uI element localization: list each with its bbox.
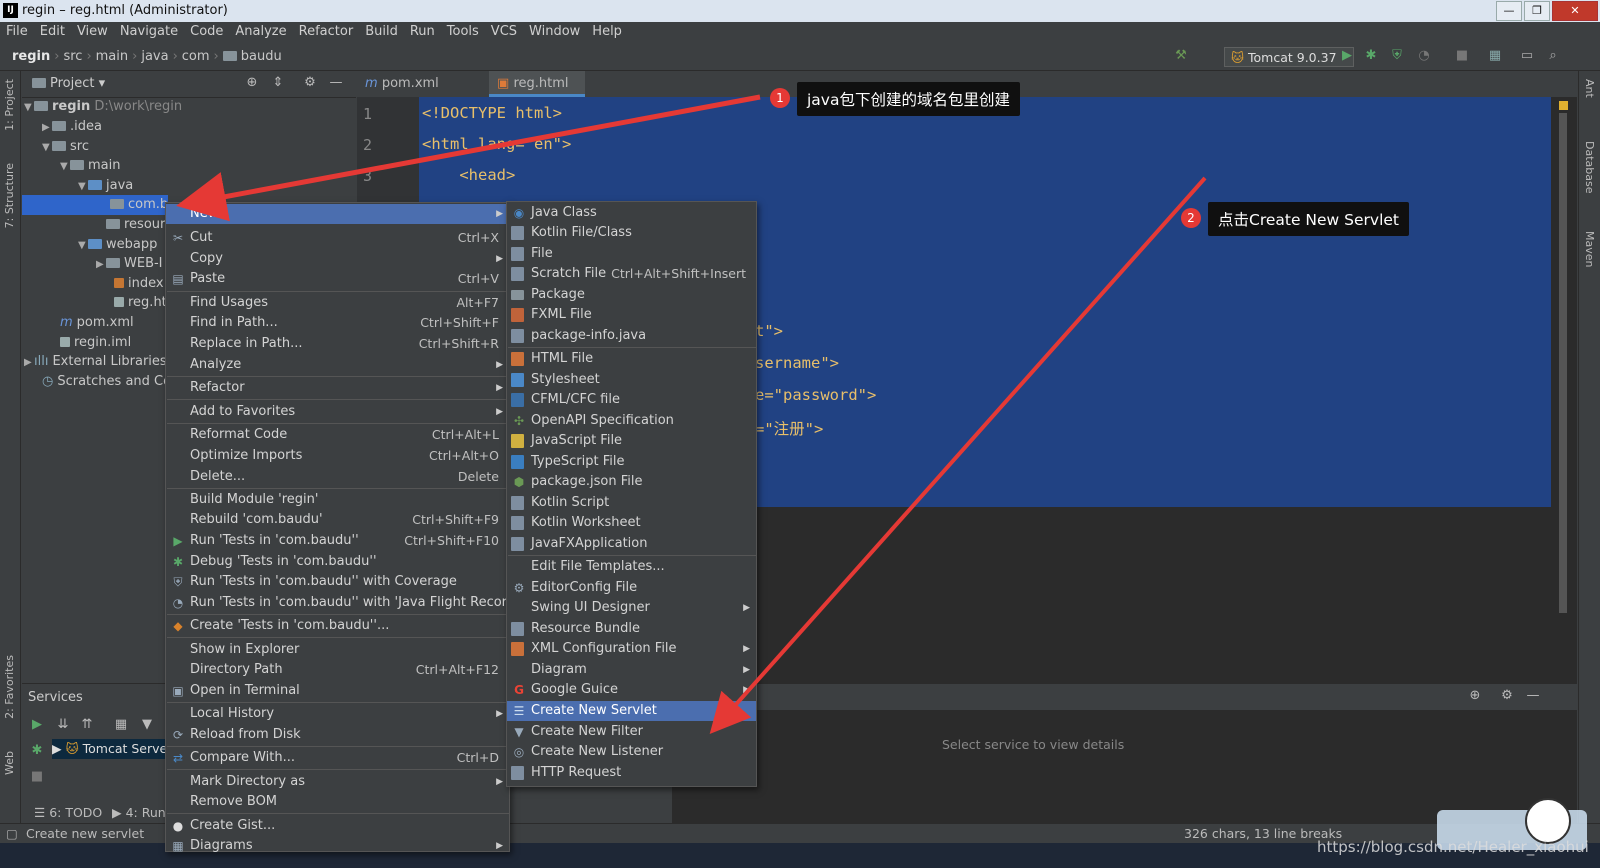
annotation-badge-2: 2	[1181, 208, 1201, 228]
watermark: https://blog.csdn.net/Healer_xiaohui	[1317, 838, 1589, 856]
annotation-callout-2: 点击Create New Servlet	[1208, 202, 1410, 236]
arrow-1	[176, 94, 761, 222]
annotation-badge-1: 1	[770, 88, 790, 108]
annotation-arrows	[176, 94, 1207, 734]
arrow-2	[709, 176, 1207, 734]
annotation-callout-1: java包下创建的域名包里创建	[797, 82, 1020, 116]
